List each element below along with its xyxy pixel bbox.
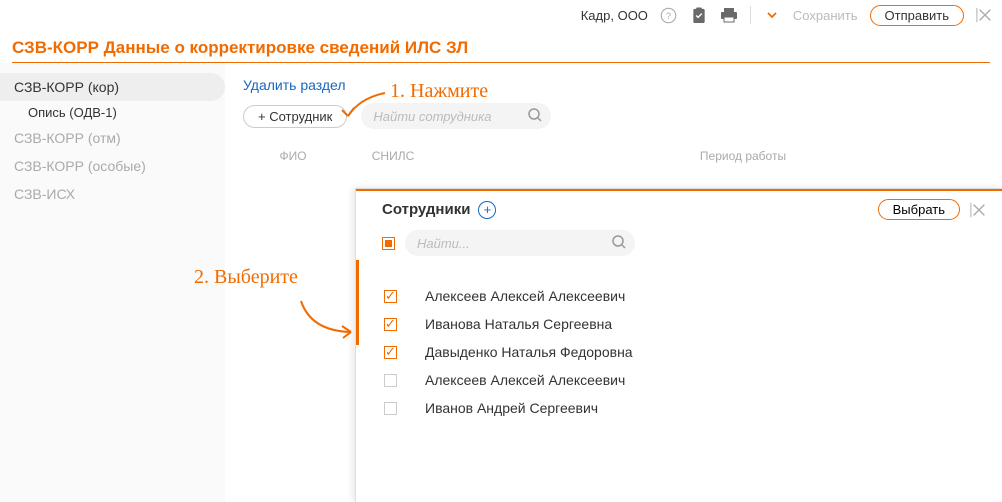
search-input[interactable] [371,108,521,125]
sidebar-item-szvkorr-otm[interactable]: СЗВ-КОРР (отм) [0,124,225,152]
row-checkbox[interactable] [384,346,397,359]
close-icon[interactable] [976,6,994,24]
send-button[interactable]: Отправить [870,5,964,26]
divider [750,6,751,24]
panel-accent [356,189,1002,191]
svg-text:?: ? [666,10,671,20]
clipboard-icon[interactable] [690,6,708,24]
table-header: ФИО СНИЛС Период работы [243,149,984,163]
chevron-down-icon[interactable] [763,6,781,24]
panel-search-icon[interactable] [611,234,627,253]
save-button[interactable]: Сохранить [793,8,858,23]
sidebar-item-szvkorr-kor[interactable]: СЗВ-КОРР (кор) [0,73,225,101]
select-all-checkbox[interactable] [382,237,395,250]
employee-name: Давыденко Наталья Федоровна [425,344,633,360]
help-icon[interactable]: ? [660,6,678,24]
search-icon[interactable] [527,107,543,126]
search-employee-wrap[interactable] [361,103,551,129]
delete-section-link[interactable]: Удалить раздел [243,77,346,93]
sidebar-item-szvkorr-osobye[interactable]: СЗВ-КОРР (особые) [0,152,225,180]
employee-name: Иванов Андрей Сергеевич [425,400,598,416]
employee-name: Иванова Наталья Сергеевна [425,316,612,332]
sidebar-sub-opis[interactable]: Опись (ОДВ-1) [0,101,225,124]
col-snils: СНИЛС [343,149,443,163]
panel-title: Сотрудники [382,201,470,218]
org-name: Кадр, ООО [581,8,648,23]
list-item[interactable]: Давыденко Наталья Федоровна [376,338,988,366]
selection-marker [356,260,359,345]
col-fio: ФИО [243,149,343,163]
employee-name: Алексеев Алексей Алексеевич [425,372,625,388]
add-employee-button[interactable]: + Сотрудник [243,105,347,128]
panel-search-input[interactable] [415,235,605,252]
panel-add-icon[interactable]: + [478,201,496,219]
row-checkbox[interactable] [384,318,397,331]
employee-name: Алексеев Алексей Алексеевич [425,288,625,304]
print-icon[interactable] [720,6,738,24]
list-item[interactable]: Алексеев Алексей Алексеевич [376,282,988,310]
sidebar-item-szv-ish[interactable]: СЗВ-ИСХ [0,180,225,208]
list-item[interactable]: Иванова Наталья Сергеевна [376,310,988,338]
panel-search-wrap[interactable] [405,230,635,256]
row-checkbox[interactable] [384,402,397,415]
employee-list: Алексеев Алексей Алексеевич Иванова Ната… [356,264,1002,422]
row-checkbox[interactable] [384,374,397,387]
list-item[interactable]: Иванов Андрей Сергеевич [376,394,988,422]
topbar: Кадр, ООО ? Сохранить Отправить [0,0,1002,30]
choose-button[interactable]: Выбрать [878,199,960,220]
list-item[interactable]: Алексеев Алексей Алексеевич [376,366,988,394]
employees-panel: Сотрудники + Выбрать Алексеев Алексей Ал… [355,188,1002,502]
row-checkbox[interactable] [384,290,397,303]
page-title: СЗВ-КОРР Данные о корректировке сведений… [12,38,468,58]
col-period: Период работы [593,149,893,163]
panel-close-icon[interactable] [970,201,988,219]
sidebar: СЗВ-КОРР (кор) Опись (ОДВ-1) СЗВ-КОРР (о… [0,63,225,502]
